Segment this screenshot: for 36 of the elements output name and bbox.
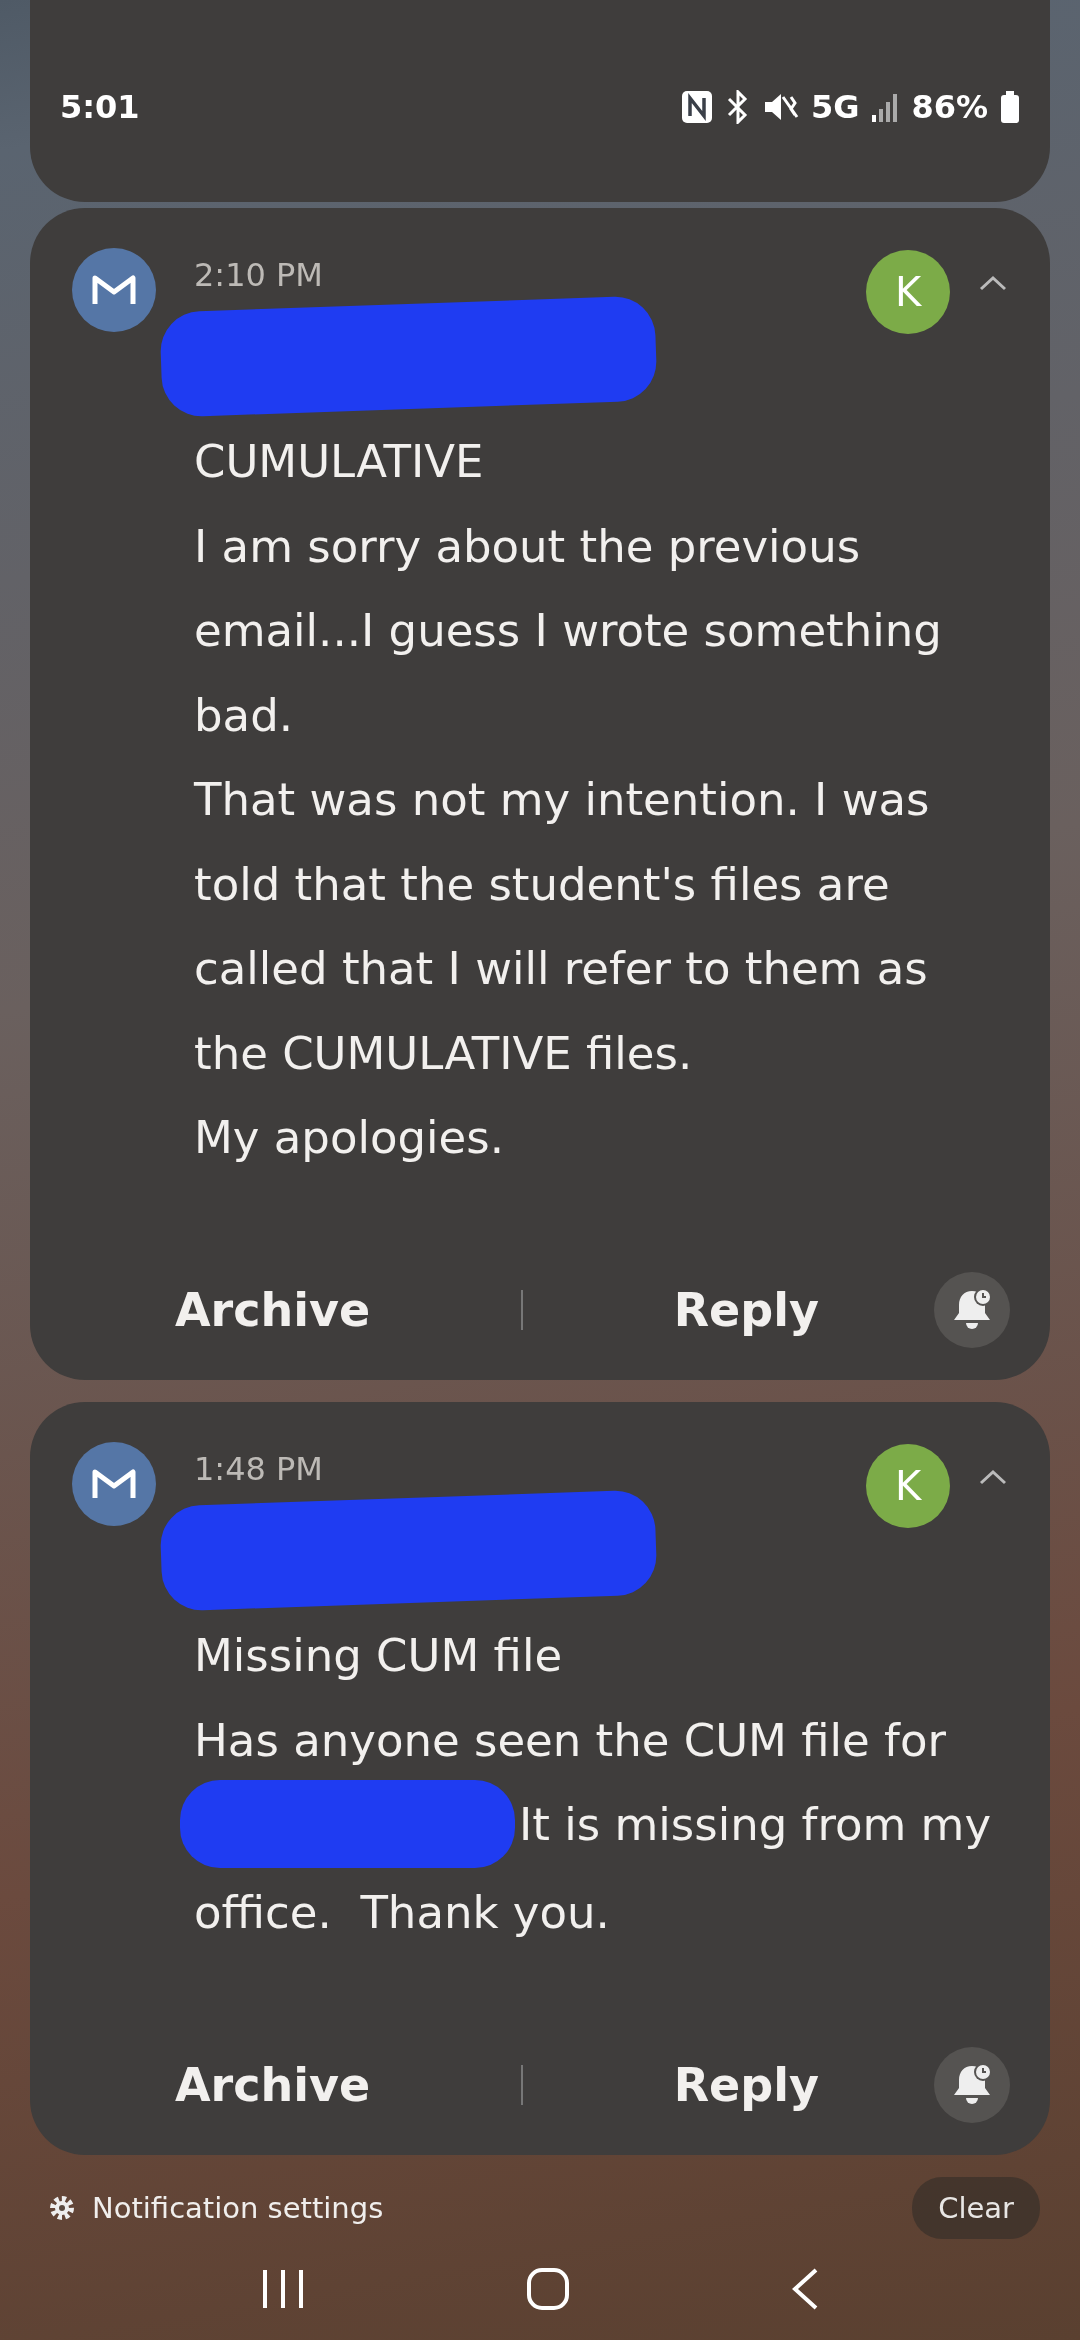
archive-button[interactable]: Archive xyxy=(155,1272,391,1347)
battery-percentage: 86% xyxy=(911,88,988,126)
email-subject: Missing CUM file xyxy=(194,1627,564,1684)
notification-time: 1:48 PM xyxy=(194,1449,323,1490)
reply-button[interactable]: Reply xyxy=(653,1272,839,1347)
message-line: That was not my intention. I was xyxy=(194,772,930,826)
reply-button[interactable]: Reply xyxy=(653,2047,839,2122)
message-line: told that the student's files are xyxy=(194,857,890,911)
message-line: called that I will refer to them as xyxy=(194,941,928,995)
email-subject: CUMULATIVE xyxy=(194,433,485,490)
notification-settings-link[interactable]: Notification settings xyxy=(92,2190,384,2225)
chevron-icon[interactable] xyxy=(978,1467,1008,1486)
mute-icon xyxy=(762,91,799,123)
battery-icon xyxy=(1000,91,1020,123)
message-line: I am sorry about the previous xyxy=(194,519,861,573)
message-line: bad. xyxy=(194,688,293,742)
message-line: office. Thank you. xyxy=(194,1885,610,1939)
recent-apps-icon[interactable] xyxy=(260,2268,305,2311)
home-icon[interactable] xyxy=(526,2267,570,2312)
message-line: the CUMULATIVE files. xyxy=(194,1026,693,1080)
message-line: Has anyone seen the CUM file for xyxy=(194,1713,946,1767)
network-label: 5G xyxy=(810,88,860,126)
message-line: email...I guess I wrote something xyxy=(194,603,942,657)
nfc-icon xyxy=(680,90,713,124)
notification-time: 2:10 PM xyxy=(194,255,323,296)
settings-icon xyxy=(48,2193,76,2222)
back-icon[interactable] xyxy=(791,2267,820,2312)
clear-button[interactable]: Clear xyxy=(912,2176,1040,2239)
clock: 5:01 xyxy=(60,88,140,126)
message-line: My apologies. xyxy=(194,1110,504,1164)
signal-icon xyxy=(871,91,900,123)
archive-button[interactable]: Archive xyxy=(155,2047,391,2122)
sender-avatar: K xyxy=(866,249,950,334)
sender-avatar: K xyxy=(866,1443,950,1528)
chevron-icon[interactable] xyxy=(978,273,1008,292)
message-line: It is missing from my xyxy=(519,1797,992,1851)
